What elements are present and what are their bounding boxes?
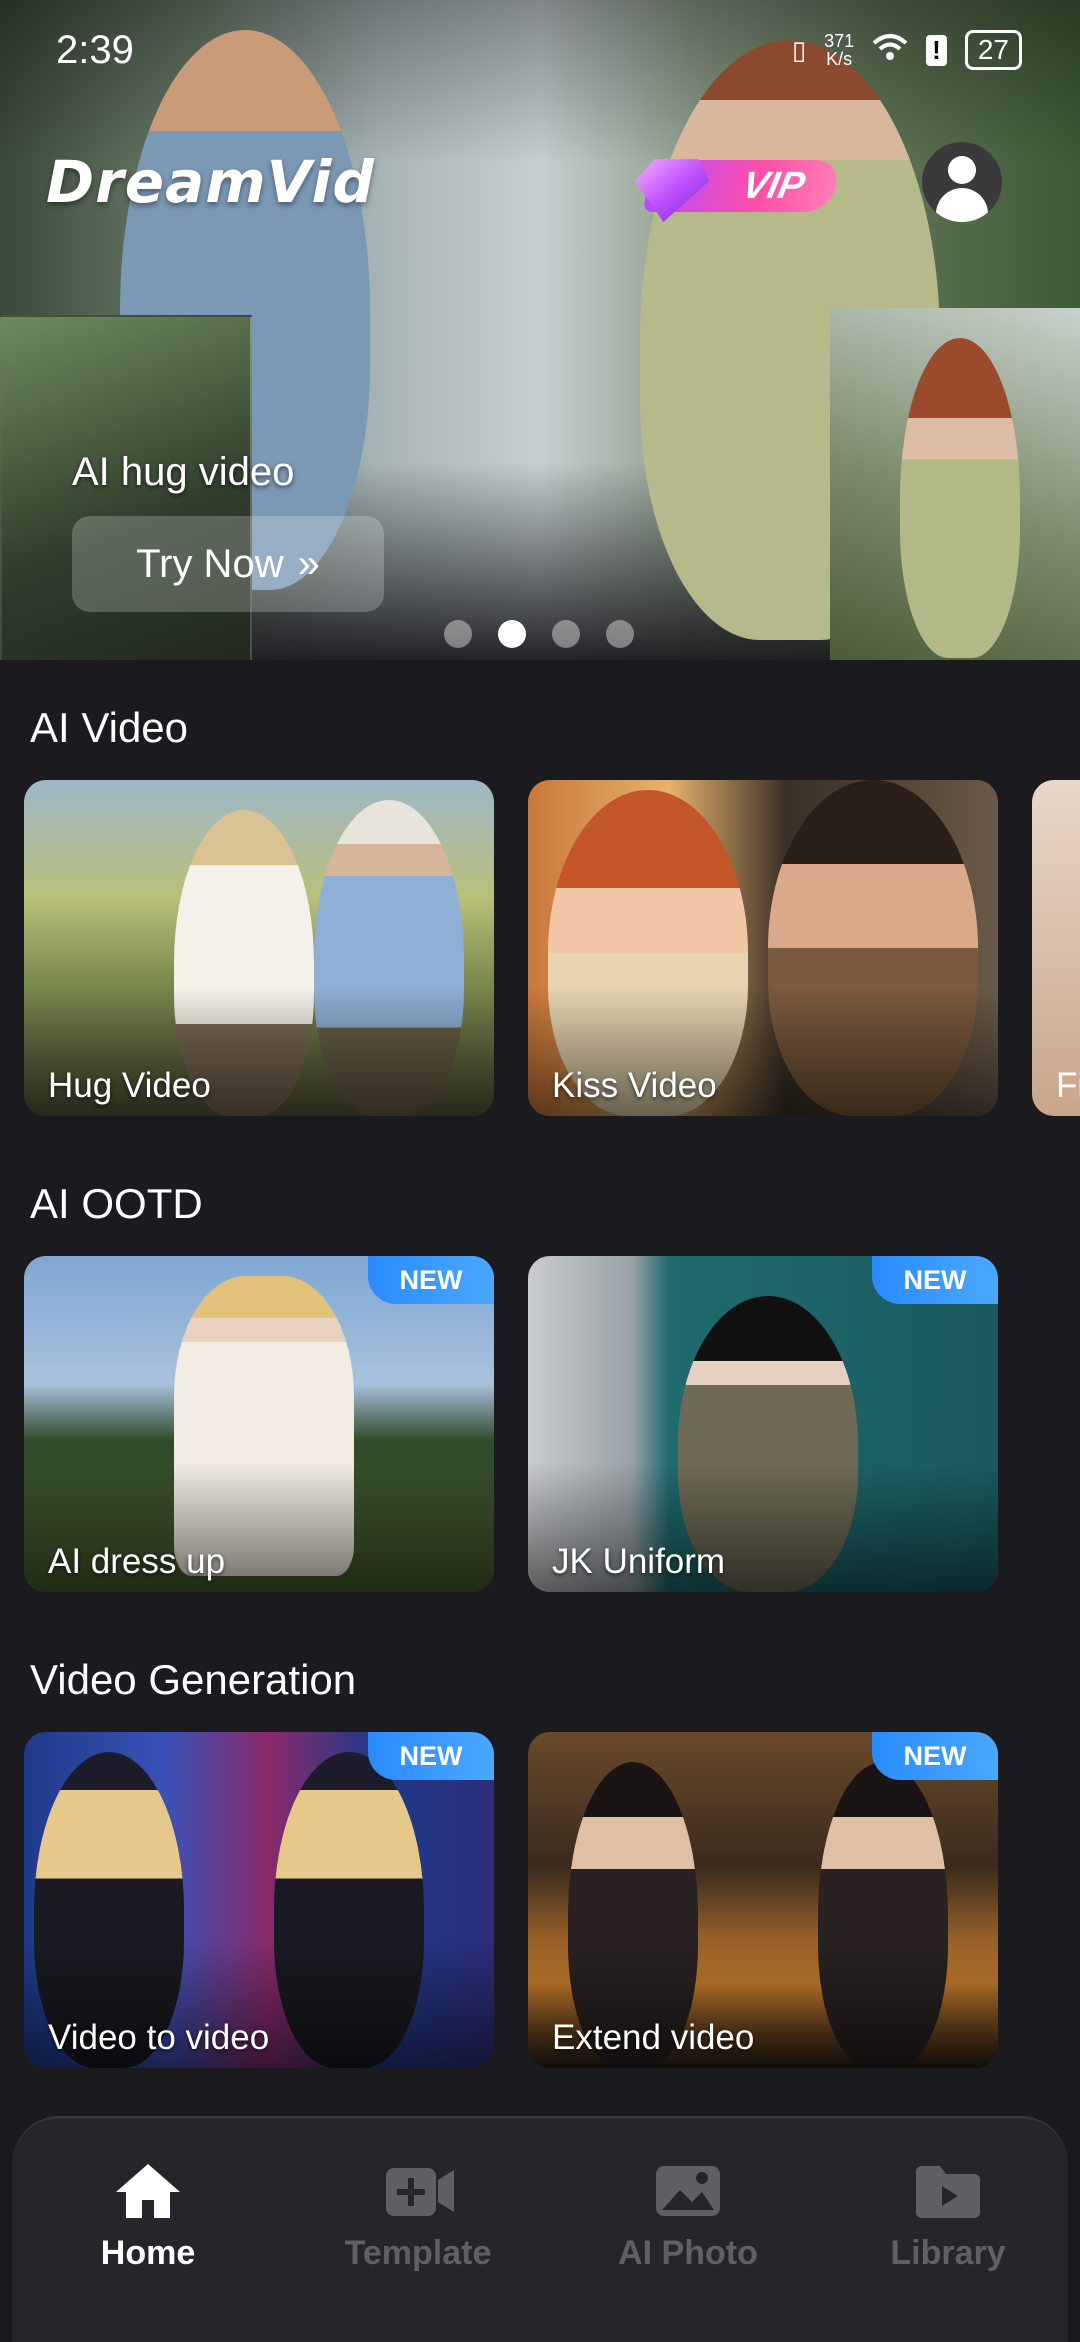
vip-button[interactable]: VIP [642, 160, 842, 212]
carousel-dot-active[interactable] [498, 620, 526, 648]
section-title-ai-video: AI Video [30, 704, 189, 751]
nav-label: Home [100, 2234, 196, 2272]
try-now-button[interactable]: Try Now » [72, 516, 384, 612]
section-title-ai-ootd: AI OOTD [30, 1180, 203, 1227]
net-speed: 371 K/s [824, 31, 855, 69]
card-extend-video[interactable]: NEW Extend video [528, 1732, 998, 2068]
new-badge: NEW [368, 1256, 494, 1304]
nav-home[interactable]: Home [28, 2162, 268, 2273]
new-badge: NEW [872, 1732, 998, 1780]
card-video-to-video[interactable]: NEW Video to video [24, 1732, 494, 2068]
carousel-dot[interactable] [606, 620, 634, 648]
nav-template[interactable]: Template [298, 2162, 538, 2273]
try-now-label: Try Now [136, 541, 284, 586]
card-label: AI dress up [48, 1542, 226, 1581]
new-badge: NEW [872, 1256, 998, 1304]
card-peek[interactable]: Fi [1032, 780, 1080, 1116]
double-chevron-right-icon: » [297, 541, 320, 586]
nav-ai-photo[interactable]: AI Photo [568, 2162, 808, 2273]
card-hug-video[interactable]: Hug Video [24, 780, 494, 1116]
nav-label: Template [344, 2234, 492, 2272]
new-badge: NEW [368, 1732, 494, 1780]
card-label: Fi [1056, 1066, 1080, 1105]
carousel-dot[interactable] [552, 620, 580, 648]
nav-library[interactable]: Library [828, 2162, 1068, 2273]
carousel-dot[interactable] [444, 620, 472, 648]
hero-title: AI hug video [72, 450, 295, 494]
library-icon [914, 2162, 982, 2220]
status-time: 2:39 [56, 28, 134, 72]
vibrate-icon: ▯ [791, 34, 807, 65]
alert-icon: ! [926, 34, 947, 66]
carousel-dots [444, 620, 634, 648]
diamond-icon [626, 148, 716, 222]
card-label: Hug Video [48, 1066, 211, 1105]
hero-thumbnail-right [830, 308, 1080, 660]
status-icons: ▯ 371 K/s ! 27 [792, 30, 1022, 70]
status-bar: 2:39 ▯ 371 K/s ! 27 [0, 0, 1080, 100]
nav-label: AI Photo [618, 2234, 758, 2272]
card-label: Extend video [552, 2018, 755, 2057]
battery-indicator: 27 [964, 30, 1022, 70]
card-label: Kiss Video [552, 1066, 717, 1105]
wifi-icon [872, 33, 908, 68]
user-icon [948, 156, 976, 184]
home-icon [114, 2162, 182, 2220]
card-jk-uniform[interactable]: NEW JK Uniform [528, 1256, 998, 1592]
ai-photo-icon [654, 2162, 722, 2220]
card-label: Video to video [48, 2018, 270, 2057]
app-logo: DreamVid [46, 148, 375, 216]
template-icon [384, 2162, 454, 2220]
nav-label: Library [890, 2234, 1006, 2272]
profile-avatar[interactable] [922, 142, 1002, 222]
card-kiss-video[interactable]: Kiss Video [528, 780, 998, 1116]
card-ai-dress-up[interactable]: NEW AI dress up [24, 1256, 494, 1592]
hero-banner[interactable]: 2:39 ▯ 371 K/s ! 27 DreamVid VIP AI hug … [0, 0, 1080, 660]
card-label: JK Uniform [552, 1542, 726, 1581]
vip-label: VIP [738, 164, 809, 207]
section-title-video-generation: Video Generation [30, 1656, 357, 1703]
bottom-navigation: Home Template AI Photo Library [12, 2116, 1068, 2342]
